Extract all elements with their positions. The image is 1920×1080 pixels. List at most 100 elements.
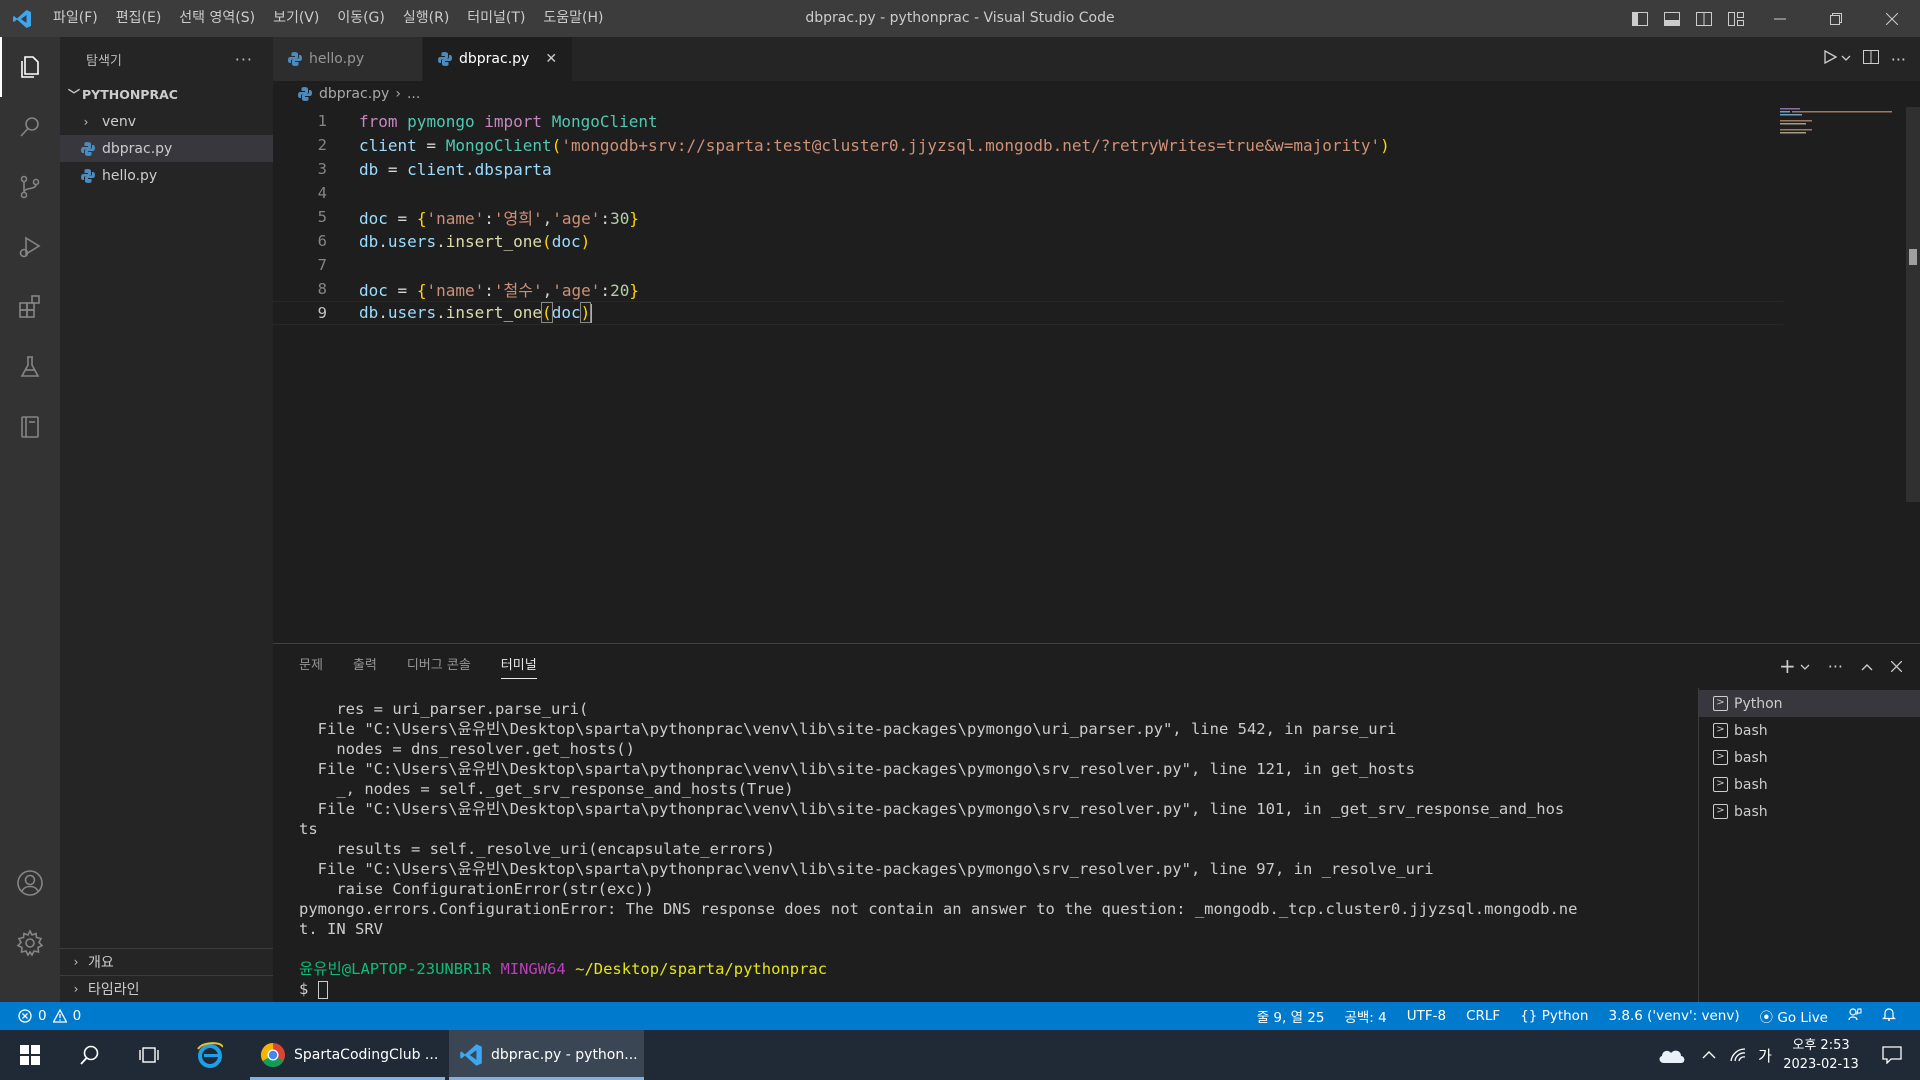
code-line-current: 9 db.users.insert_one(doc) [273, 301, 1783, 325]
cursor-position[interactable]: 줄 9, 열 25 [1247, 1006, 1335, 1026]
menu-terminal[interactable]: 터미널(T) [458, 0, 534, 37]
editor-vertical-scrollbar[interactable] [1906, 107, 1920, 502]
terminal-item-bash[interactable]: > bash [1699, 717, 1920, 744]
terminal-input-line[interactable]: $ [299, 979, 1699, 999]
line-number: 1 [317, 112, 327, 130]
minimize-button[interactable] [1752, 0, 1808, 37]
clock[interactable]: 오후 2:53 2023-02-13 [1778, 1036, 1864, 1074]
code-text: db = client.dbsparta [359, 159, 552, 179]
run-python-file-icon[interactable] [1823, 49, 1838, 68]
line-number: 7 [317, 256, 327, 274]
extensions-icon[interactable] [0, 277, 60, 337]
panel-more-actions-icon[interactable]: ··· [1828, 657, 1843, 676]
code-editor[interactable]: 1 from pymongo import MongoClient 2 clie… [273, 107, 1920, 642]
terminal-item-bash[interactable]: > bash [1699, 771, 1920, 798]
ime-indicator[interactable]: 가 [1752, 1045, 1778, 1066]
terminal-item-bash[interactable]: > bash [1699, 744, 1920, 771]
onedrive-cloud-icon[interactable] [1650, 1046, 1694, 1064]
close-window-button[interactable] [1864, 0, 1920, 37]
taskbar-app-label: SpartaCodingClub ... [294, 1047, 439, 1063]
maximize-panel-chevron-up-icon[interactable] [1861, 657, 1873, 676]
tree-item-venv[interactable]: › venv [60, 108, 273, 135]
terminal-line: res = uri_parser.parse_uri( [299, 700, 589, 718]
tab-terminal[interactable]: 터미널 [500, 644, 537, 688]
split-editor-icon[interactable] [1862, 50, 1879, 68]
menu-go[interactable]: 이동(G) [328, 0, 394, 37]
line-number: 2 [317, 136, 327, 154]
editor-more-actions-icon[interactable]: ··· [1891, 50, 1906, 69]
menu-file[interactable]: 파일(F) [44, 0, 107, 37]
close-tab-icon[interactable]: ✕ [545, 51, 557, 67]
warning-count: 0 [72, 1008, 82, 1024]
task-view-icon[interactable] [120, 1030, 180, 1080]
toggle-sidebar-icon[interactable] [1624, 0, 1656, 37]
taskbar-app-chrome[interactable]: SpartaCodingClub ... [250, 1030, 445, 1080]
indentation[interactable]: 공백: 4 [1334, 1006, 1396, 1026]
tab-output[interactable]: 출력 [353, 644, 377, 688]
settings-gear-icon[interactable] [0, 913, 60, 973]
terminal-item-python[interactable]: > Python [1699, 690, 1920, 717]
terminal-profile-chevron-icon[interactable] [1800, 657, 1810, 676]
menu-view[interactable]: 보기(V) [264, 0, 328, 37]
terminal-line: File "C:\Users\윤유빈\Desktop\sparta\python… [299, 760, 1415, 778]
tab-hello-py[interactable]: hello.py [273, 37, 423, 81]
python-interpreter[interactable]: 3.8.6 ('venv': venv) [1598, 1008, 1749, 1024]
remote-explorer-icon[interactable] [0, 397, 60, 457]
line-ending[interactable]: CRLF [1456, 1008, 1510, 1024]
close-panel-icon[interactable] [1890, 657, 1903, 676]
notifications-bell-icon[interactable] [1872, 1007, 1906, 1025]
terminal-line: ts [299, 820, 318, 838]
toggle-panel-icon[interactable] [1656, 0, 1688, 37]
menu-selection[interactable]: 선택 영역(S) [170, 0, 264, 37]
workspace-folder[interactable]: ﹀ PYTHONPRAC [60, 81, 273, 108]
tab-debug-console[interactable]: 디버그 콘솔 [407, 644, 471, 688]
breadcrumb-file[interactable]: dbprac.py [319, 86, 389, 102]
feedback-icon[interactable] [1838, 1007, 1872, 1025]
restore-button[interactable] [1808, 0, 1864, 37]
breadcrumb-symbols[interactable]: ... [407, 86, 420, 102]
encoding[interactable]: UTF-8 [1397, 1008, 1456, 1024]
timeline-section[interactable]: › 타임라인 [60, 975, 273, 1002]
tree-item-hello[interactable]: hello.py [60, 162, 273, 189]
language-mode[interactable]: {} Python [1510, 1008, 1598, 1024]
taskbar-app-vscode[interactable]: dbprac.py - python... [449, 1030, 644, 1080]
tab-label: hello.py [309, 51, 365, 67]
chevron-down-icon: ﹀ [67, 88, 80, 102]
toggle-secondary-sidebar-icon[interactable] [1688, 0, 1720, 37]
windows-start-icon[interactable] [0, 1030, 60, 1080]
menu-help[interactable]: 도움말(H) [534, 0, 612, 37]
search-icon[interactable] [60, 1030, 120, 1080]
go-live-button[interactable]: ⦿ Go Live [1750, 1006, 1838, 1026]
terminal-item-bash[interactable]: > bash [1699, 798, 1920, 825]
minimap[interactable] [1780, 107, 1896, 137]
run-options-chevron-icon[interactable] [1841, 51, 1851, 67]
run-debug-icon[interactable] [0, 217, 60, 277]
tab-dbprac-py[interactable]: dbprac.py ✕ [423, 37, 573, 81]
timeline-label: 타임라인 [88, 982, 140, 998]
testing-icon[interactable] [0, 337, 60, 397]
outline-section[interactable]: › 개요 [60, 948, 273, 975]
wifi-icon[interactable] [1724, 1047, 1752, 1063]
terminal-line: raise ConfigurationError(str(exc)) [299, 880, 654, 898]
terminal-output[interactable]: res = uri_parser.parse_uri( File "C:\Use… [299, 699, 1699, 999]
tree-item-dbprac[interactable]: dbprac.py [60, 135, 273, 162]
outline-label: 개요 [88, 955, 114, 971]
terminal-line: File "C:\Users\윤유빈\Desktop\sparta\python… [299, 860, 1434, 878]
customize-layout-icon[interactable] [1720, 0, 1752, 37]
problems-status[interactable]: 0 0 [18, 1008, 81, 1024]
menu-run[interactable]: 실행(R) [394, 0, 458, 37]
source-control-icon[interactable] [0, 157, 60, 217]
explorer-more-actions[interactable]: ··· [235, 50, 253, 69]
search-icon[interactable] [0, 97, 60, 157]
tab-problems[interactable]: 문제 [299, 644, 323, 688]
internet-explorer-icon[interactable] [180, 1030, 240, 1080]
action-center-notification-icon[interactable] [1864, 1046, 1920, 1064]
show-hidden-icons-chevron-icon[interactable] [1694, 1050, 1724, 1060]
code-line: 6 db.users.insert_one(doc) [273, 229, 1783, 253]
account-icon[interactable] [0, 853, 60, 913]
terminal-tabs-list: > Python > bash > bash > bash > bash [1698, 688, 1920, 1003]
explorer-icon[interactable] [0, 37, 60, 97]
new-terminal-plus-icon[interactable]: + [1779, 654, 1796, 678]
vscode-logo-icon[interactable] [0, 0, 44, 37]
menu-edit[interactable]: 편집(E) [107, 0, 171, 37]
